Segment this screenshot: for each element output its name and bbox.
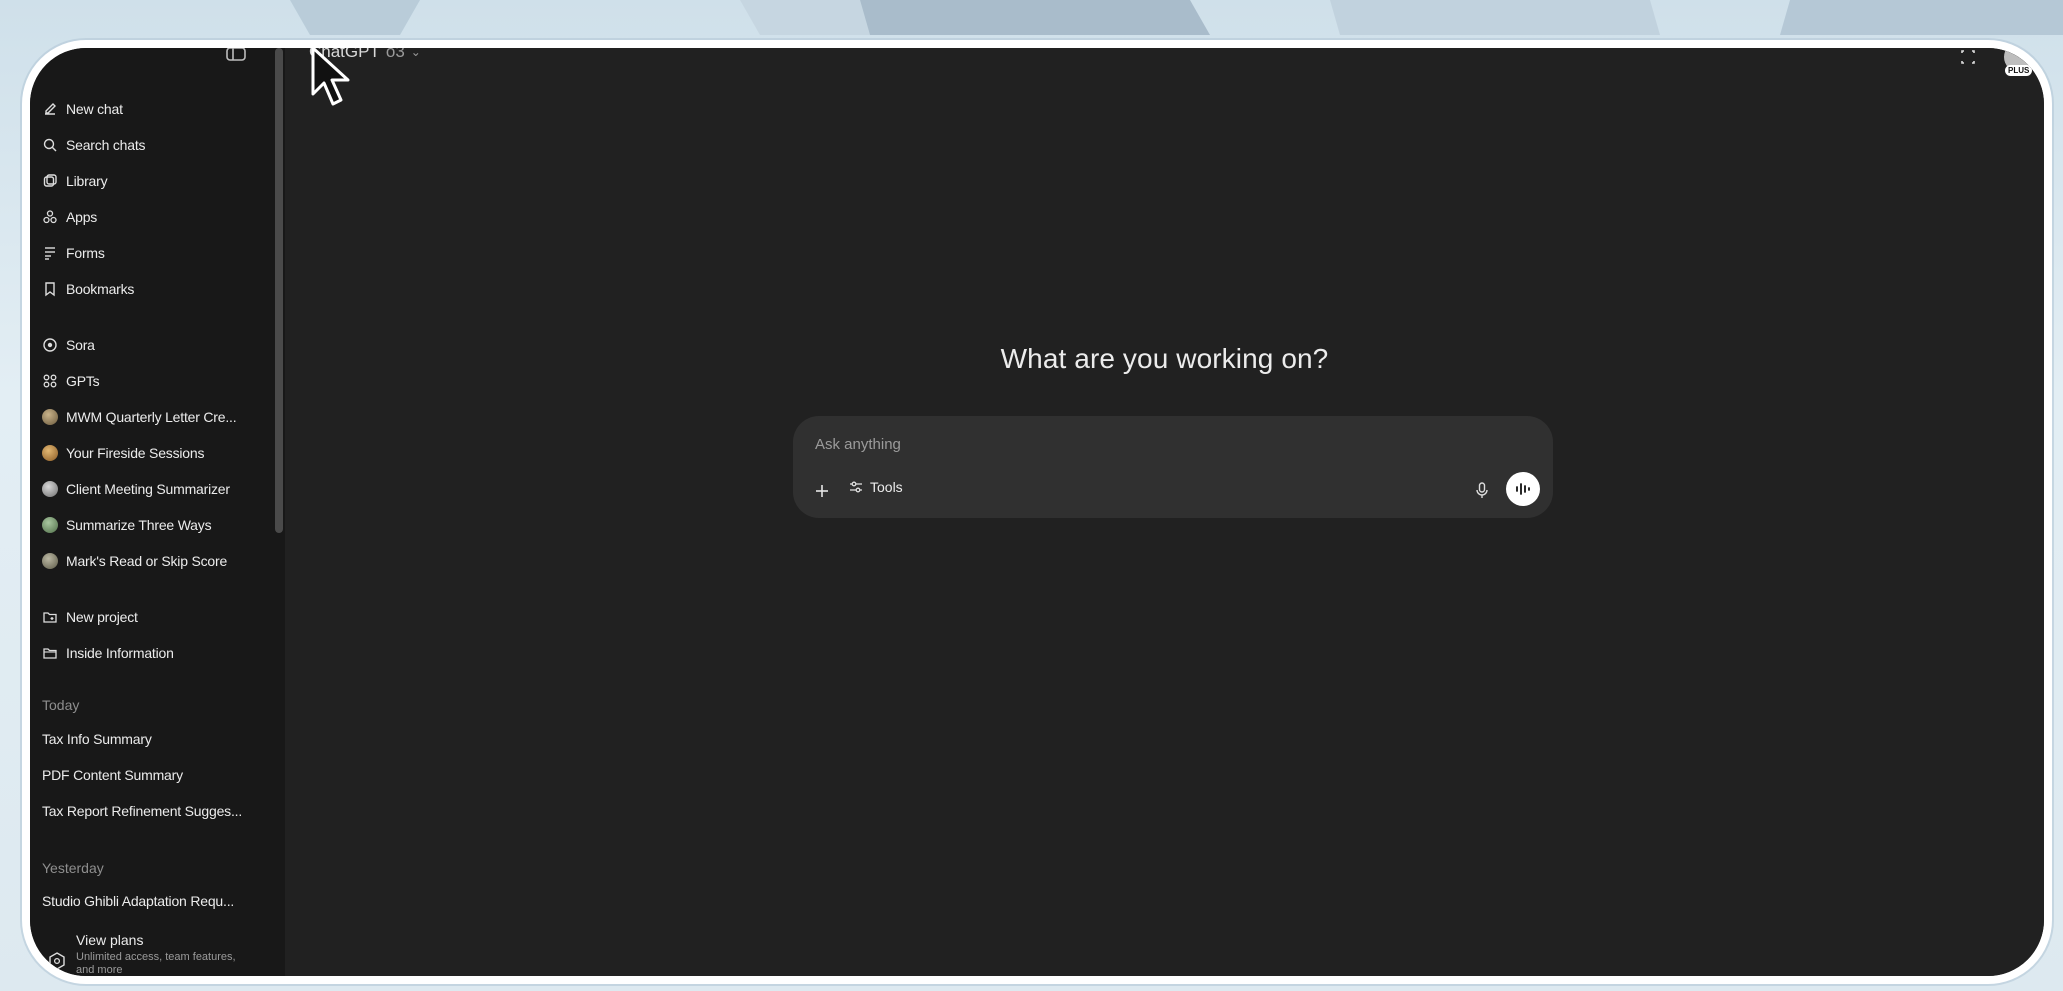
temporary-chat-icon[interactable] [1958, 47, 1978, 67]
chevron-down-icon: ⌄ [410, 45, 421, 59]
sidebar-item-bookmarks[interactable]: Bookmarks [42, 277, 134, 301]
sidebar-item-label: Sora [66, 337, 95, 353]
sidebar-gpt-item[interactable]: Client Meeting Summarizer [42, 477, 230, 501]
gpt-avatar [42, 517, 58, 533]
sidebar-item-new-project[interactable]: New project [42, 605, 138, 629]
sidebar-item-label: Mark's Read or Skip Score [66, 553, 228, 569]
view-plans-title: View plans [76, 932, 144, 948]
sidebar-item-label: Search chats [66, 137, 146, 153]
history-chat-item[interactable]: PDF Content Summary [42, 767, 183, 783]
page-title: What are you working on? [1000, 343, 1329, 374]
library-icon [42, 173, 58, 189]
sidebar-item-label: Apps [66, 209, 98, 225]
sidebar-item-label: Summarize Three Ways [66, 517, 212, 533]
forms-icon [42, 245, 58, 261]
sidebar-item-apps[interactable]: Apps [42, 205, 97, 229]
plans-icon [49, 952, 65, 970]
sidebar-item-label: Inside Information [66, 645, 174, 661]
sidebar-item-label: MWM Quarterly Letter Cre... [66, 409, 237, 425]
gpts-icon [42, 373, 58, 389]
microphone-icon[interactable] [1472, 480, 1492, 500]
sidebar-item-label: New project [66, 609, 138, 625]
sliders-icon [850, 481, 862, 493]
model-version: o3 [385, 42, 405, 61]
history-chat-item[interactable]: Tax Info Summary [42, 731, 152, 747]
edit-icon [42, 101, 58, 117]
sidebar-item-library[interactable]: Library [42, 169, 108, 193]
search-icon [42, 137, 58, 153]
sidebar-item-forms[interactable]: Forms [42, 241, 105, 265]
gpt-avatar [42, 409, 58, 425]
sidebar: New chat Search chats Library Apps Forms… [30, 48, 285, 976]
sidebar-item-label: Forms [66, 245, 105, 261]
sidebar-item-label: Bookmarks [66, 281, 135, 297]
view-plans-button[interactable]: View plans Unlimited access, team featur… [30, 930, 285, 976]
sidebar-item-label: Client Meeting Summarizer [66, 481, 230, 497]
sidebar-item-label: Library [66, 173, 108, 189]
history-section-yesterday: Yesterday [42, 860, 104, 876]
history-section-today: Today [42, 697, 80, 713]
composer: Tools [793, 416, 1553, 518]
history-chat-item[interactable]: Studio Ghibli Adaptation Requ... [42, 893, 234, 909]
new-project-icon [42, 609, 58, 625]
gpt-avatar [42, 481, 58, 497]
folder-icon [42, 645, 58, 661]
gpt-avatar [42, 445, 58, 461]
sidebar-item-search-chats[interactable]: Search chats [42, 133, 146, 157]
sidebar-gpt-item[interactable]: MWM Quarterly Letter Cre... [42, 405, 237, 429]
sidebar-gpt-item[interactable]: Summarize Three Ways [42, 513, 212, 537]
app-window: New chat Search chats Library Apps Forms… [22, 40, 2052, 984]
sidebar-item-gpts[interactable]: GPTs [42, 369, 100, 393]
sidebar-item-inside-information[interactable]: Inside Information [42, 641, 174, 665]
mouse-cursor-icon [311, 46, 350, 106]
plan-badge: PLUS [2005, 65, 2033, 76]
gpt-avatar [42, 553, 58, 569]
apps-icon [42, 209, 58, 225]
view-plans-subtitle: Unlimited access, team features, and mor… [76, 951, 236, 976]
bookmark-icon [42, 281, 58, 297]
sidebar-item-sora[interactable]: Sora [42, 333, 95, 357]
sidebar-item-label: New chat [66, 101, 123, 117]
sidebar-gpt-item[interactable]: Your Fireside Sessions [42, 441, 204, 465]
add-attachment-icon[interactable] [813, 482, 831, 500]
sidebar-toggle-icon[interactable] [226, 48, 246, 62]
tools-label: Tools [870, 479, 903, 495]
sidebar-item-new-chat[interactable]: New chat [42, 97, 123, 121]
waveform-icon [1516, 483, 1530, 495]
sidebar-scrollbar[interactable] [275, 48, 283, 533]
sidebar-item-label: GPTs [66, 373, 100, 389]
prompt-input[interactable] [813, 430, 1417, 458]
main-panel: ChatGPT o3 ⌄ PLUS What are you working o… [285, 48, 2044, 976]
tools-button[interactable]: Tools [848, 479, 903, 495]
sidebar-gpt-item[interactable]: Mark's Read or Skip Score [42, 549, 227, 573]
history-chat-item[interactable]: Tax Report Refinement Sugges... [42, 803, 242, 819]
sora-icon [42, 337, 58, 353]
voice-mode-button[interactable] [1506, 472, 1540, 506]
sidebar-item-label: Your Fireside Sessions [66, 445, 205, 461]
